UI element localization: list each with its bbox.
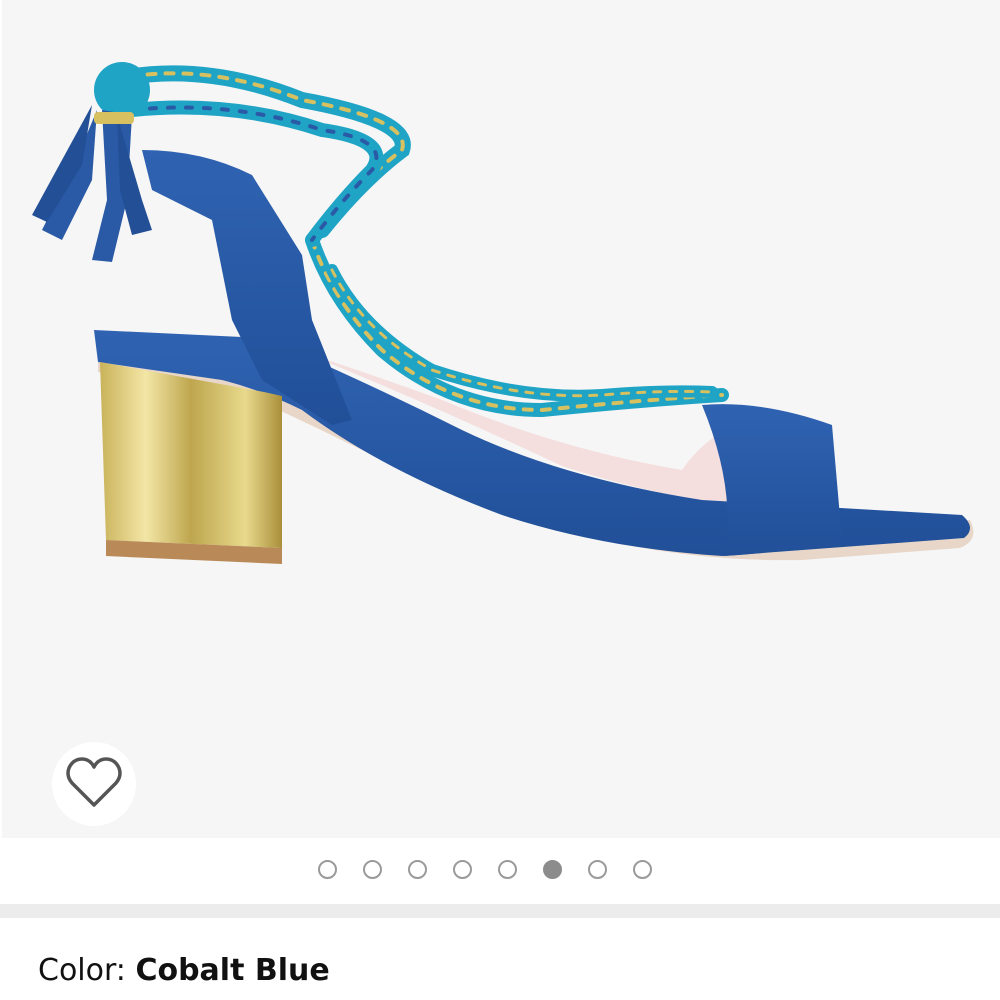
carousel-dots (318, 860, 652, 879)
carousel-dot[interactable] (543, 860, 562, 879)
product-image[interactable] (2, 0, 1000, 838)
color-selector: Color: Cobalt Blue (38, 953, 330, 988)
section-divider (0, 904, 1000, 918)
heart-outline-icon (65, 755, 123, 813)
carousel-dot[interactable] (363, 860, 382, 879)
color-label: Color: (38, 953, 136, 988)
tassel (32, 62, 152, 262)
carousel-dot[interactable] (408, 860, 427, 879)
carousel-dot[interactable] (453, 860, 472, 879)
product-image-area[interactable] (0, 0, 1000, 838)
carousel-dot[interactable] (498, 860, 517, 879)
color-value: Cobalt Blue (135, 953, 330, 988)
wishlist-button[interactable] (52, 742, 136, 826)
carousel-dot[interactable] (318, 860, 337, 879)
carousel-dot[interactable] (633, 860, 652, 879)
carousel-dot[interactable] (588, 860, 607, 879)
